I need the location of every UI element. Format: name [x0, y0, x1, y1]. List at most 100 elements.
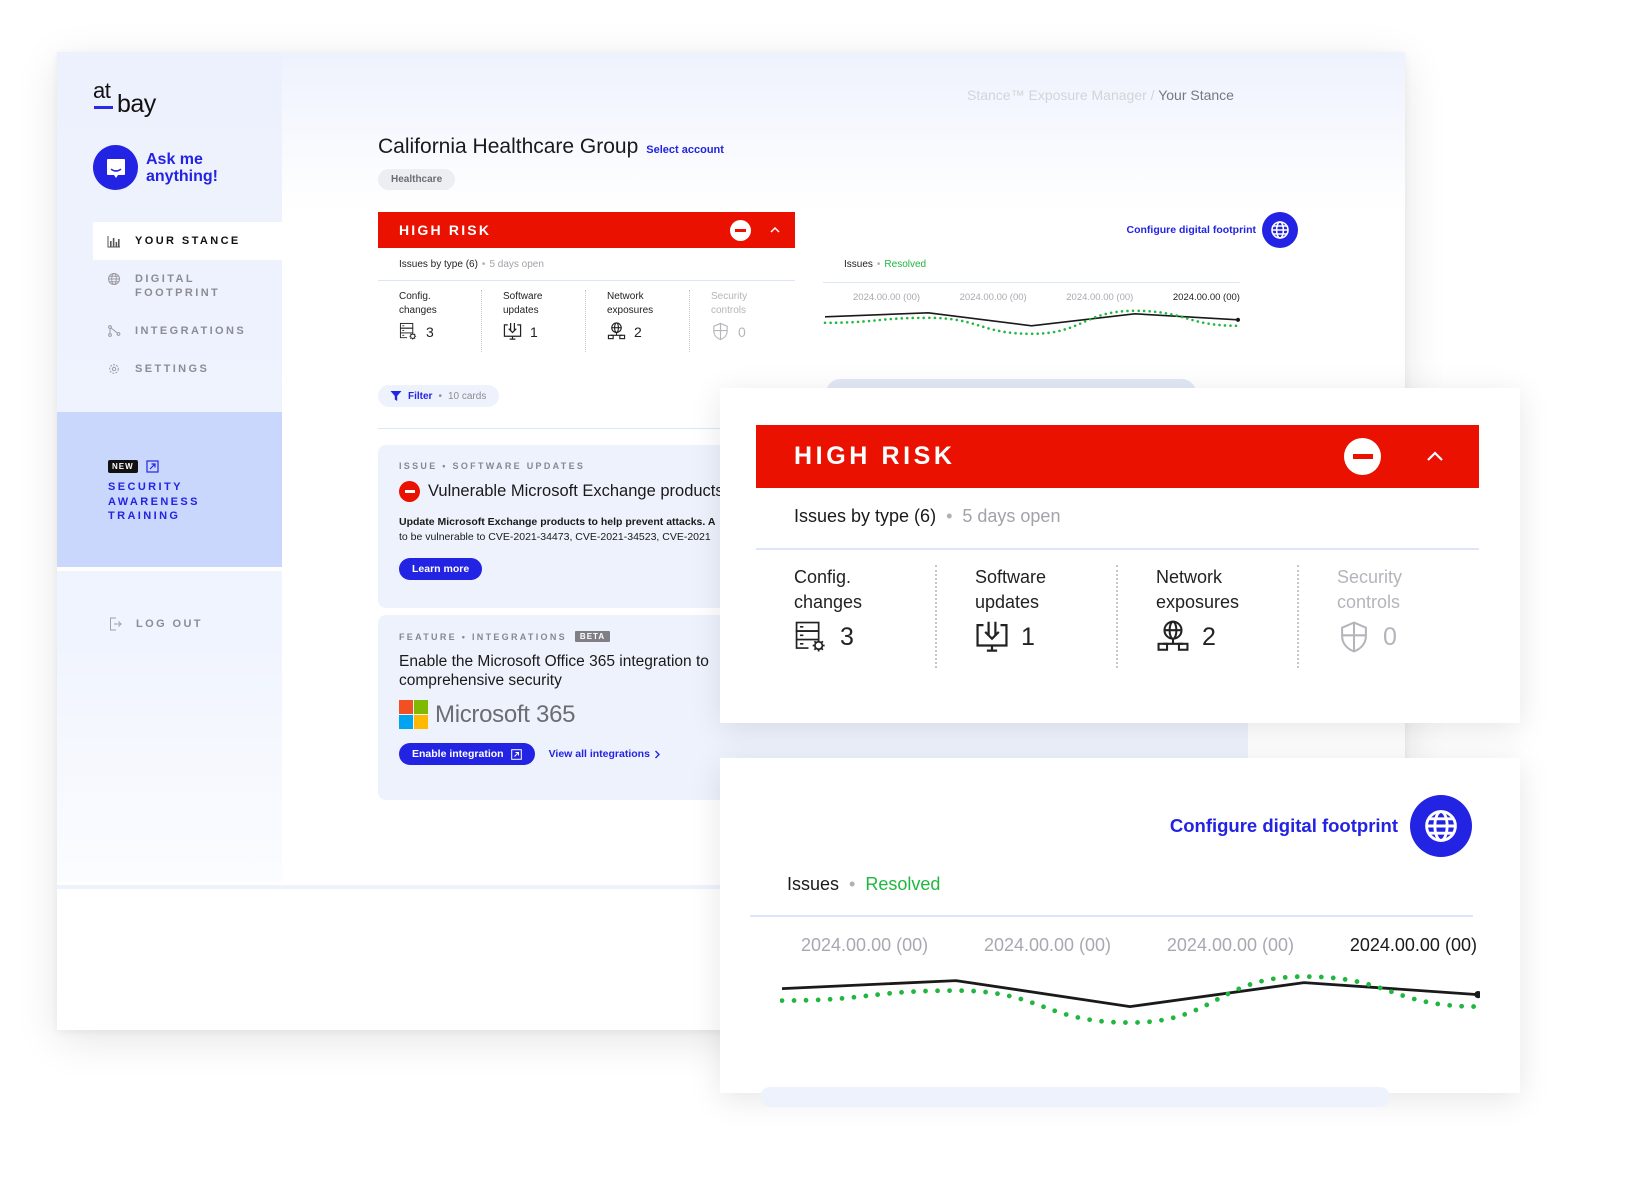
x-tick-label: 2024.00.00 (00)	[801, 935, 929, 955]
sidebar-item-digital-footprint[interactable]: DIGITAL FOOTPRINT	[93, 260, 282, 312]
category-label: Config. changes	[399, 291, 437, 316]
risk-level-label: HIGH RISK	[794, 442, 956, 470]
category-security-controls[interactable]: Security controls 0	[690, 290, 794, 352]
sidebar-item-label: INTEGRATIONS	[135, 325, 247, 337]
risk-panel: HIGH RISK Issues by type (6) • 5 days open…	[378, 212, 795, 352]
category-label: Network exposures	[607, 291, 654, 316]
category-config-changes[interactable]: Config. changes 3	[756, 565, 937, 668]
page-title: California Healthcare Group	[378, 135, 639, 158]
beta-badge: BETA	[574, 631, 611, 642]
security-awareness-training-promo[interactable]: NEW SECURITY AWARENESS TRAINING	[57, 412, 282, 567]
x-tick-label: 2024.00.00 (00)	[983, 935, 1112, 955]
x-tick-label: 2024.00.00 (00)	[1172, 292, 1240, 303]
risk-level-bar[interactable]: HIGH RISK	[378, 212, 795, 248]
chart-x-axis: 2024.00.00 (00) 2024.00.00 (00) 2024.00.…	[801, 935, 1477, 956]
shield-icon	[713, 322, 728, 341]
category-label: Network exposures	[1156, 567, 1240, 612]
logout-icon	[110, 617, 122, 631]
breadcrumb-parent[interactable]: Stance™ Exposure Manager	[967, 87, 1147, 103]
high-risk-icon	[730, 219, 751, 241]
globe-icon	[1262, 212, 1298, 248]
learn-more-button[interactable]: Learn more	[399, 558, 483, 580]
ask-me-anything-button[interactable]: Ask me anything!	[93, 145, 226, 190]
category-software-updates[interactable]: Software updates 1	[937, 565, 1118, 668]
days-open: 5 days open	[962, 506, 1061, 526]
chat-bubble-icon	[93, 145, 138, 190]
x-tick-label: 2024.00.00 (00)	[1066, 292, 1134, 303]
risk-level-label: HIGH RISK	[399, 222, 492, 238]
category-label: Security controls	[1337, 567, 1403, 612]
chart-legend: Issues • Resolved	[844, 259, 927, 270]
category-count: 0	[1383, 622, 1397, 651]
integrations-icon	[108, 325, 121, 337]
logo[interactable]: at bay	[93, 78, 173, 123]
gear-icon	[109, 364, 119, 374]
sidebar-item-label: DIGITAL FOOTPRINT	[135, 273, 221, 299]
new-badge: NEW	[108, 460, 138, 473]
category-network-exposures[interactable]: Network exposures 2	[1118, 565, 1299, 668]
days-open: 5 days open	[489, 259, 544, 270]
category-security-controls[interactable]: Security controls 0	[1299, 565, 1480, 668]
configure-digital-footprint-label: Configure digital footprint	[1169, 815, 1398, 836]
sidebar-item-settings[interactable]: SETTINGS	[93, 350, 282, 388]
chart-legend: Issues • Resolved	[787, 874, 941, 894]
product-name: Microsoft 365	[435, 700, 576, 728]
view-all-integrations-link[interactable]: View all integrations	[549, 748, 661, 760]
sidebar-item-label: SETTINGS	[135, 363, 210, 375]
issue-categories: Config. changes 3 Software updates 1 Netwo…	[756, 565, 1480, 668]
legend-resolved: Resolved	[865, 874, 941, 894]
monitor-download-icon	[976, 621, 1008, 652]
microsoft-logo-icon	[399, 700, 428, 729]
trend-chart-zoomed: Configure digital footprint Issues • Resol…	[720, 758, 1520, 1107]
category-count: 3	[426, 323, 434, 340]
chevron-up-icon[interactable]	[769, 224, 781, 236]
breadcrumb: Stance™ Exposure Manager / Your Stance	[967, 87, 1234, 103]
configure-digital-footprint-button[interactable]: Configure digital footprint	[1170, 795, 1472, 857]
issue-categories: Config. changes 3 Software updates 1 Netwo…	[378, 281, 795, 352]
category-software-updates[interactable]: Software updates 1	[482, 290, 586, 352]
logo-bay: bay	[117, 90, 156, 118]
category-label: Software updates	[503, 291, 543, 316]
enable-integration-button[interactable]: Enable integration	[399, 743, 535, 765]
x-tick-label: 2024.00.00 (00)	[959, 292, 1027, 303]
legend-issues: Issues	[787, 874, 840, 894]
breadcrumb-separator: /	[1146, 87, 1159, 103]
logo-dash	[94, 106, 113, 109]
promo-badge-row: NEW	[108, 460, 159, 473]
globe-icon	[108, 273, 120, 285]
category-count: 0	[738, 323, 746, 340]
filter-label: Filter	[408, 390, 433, 402]
high-risk-icon	[399, 481, 420, 502]
category-count: 1	[530, 323, 538, 340]
logout-button[interactable]: LOG OUT	[109, 617, 203, 631]
logo-at: at	[93, 78, 111, 103]
promo-label: SECURITY AWARENESS TRAINING	[108, 481, 200, 522]
divider	[756, 548, 1479, 550]
chevron-right-icon	[654, 750, 660, 758]
x-tick-label: 2024.00.00 (00)	[1349, 935, 1477, 955]
category-count: 1	[1021, 622, 1035, 651]
high-risk-icon	[1344, 438, 1381, 475]
risk-level-bar[interactable]: HIGH RISK	[756, 425, 1479, 488]
issues-by-type: Issues by type (6)	[399, 259, 478, 270]
risk-panel-zoomed: HIGH RISK Issues by type (6) • 5 days open…	[720, 388, 1520, 723]
x-tick-label: 2024.00.00 (00)	[1166, 935, 1295, 955]
category-label: Security controls	[711, 291, 748, 316]
sidebar-item-your-stance[interactable]: YOUR STANCE	[93, 222, 282, 260]
sidebar-item-integrations[interactable]: INTEGRATIONS	[93, 312, 282, 350]
ghost-pill	[760, 1087, 1390, 1107]
globe-icon	[1410, 795, 1472, 857]
category-network-exposures[interactable]: Network exposures 2	[586, 290, 690, 352]
x-tick-label: 2024.00.00 (00)	[853, 292, 921, 303]
legend-issues: Issues	[844, 259, 873, 270]
external-link-icon	[146, 460, 159, 473]
chart-x-axis: 2024.00.00 (00) 2024.00.00 (00) 2024.00.…	[823, 283, 1240, 303]
sidebar-item-label: YOUR STANCE	[135, 235, 241, 247]
select-account-link[interactable]: Select account	[646, 144, 724, 156]
category-config-changes[interactable]: Config. changes 3	[378, 290, 482, 352]
configure-digital-footprint-button[interactable]: Configure digital footprint	[1127, 212, 1298, 248]
filter-button[interactable]: Filter • 10 cards	[378, 385, 500, 407]
bar-chart-icon	[107, 236, 120, 248]
chevron-up-icon[interactable]	[1425, 447, 1445, 467]
breadcrumb-current: Your Stance	[1158, 87, 1234, 103]
